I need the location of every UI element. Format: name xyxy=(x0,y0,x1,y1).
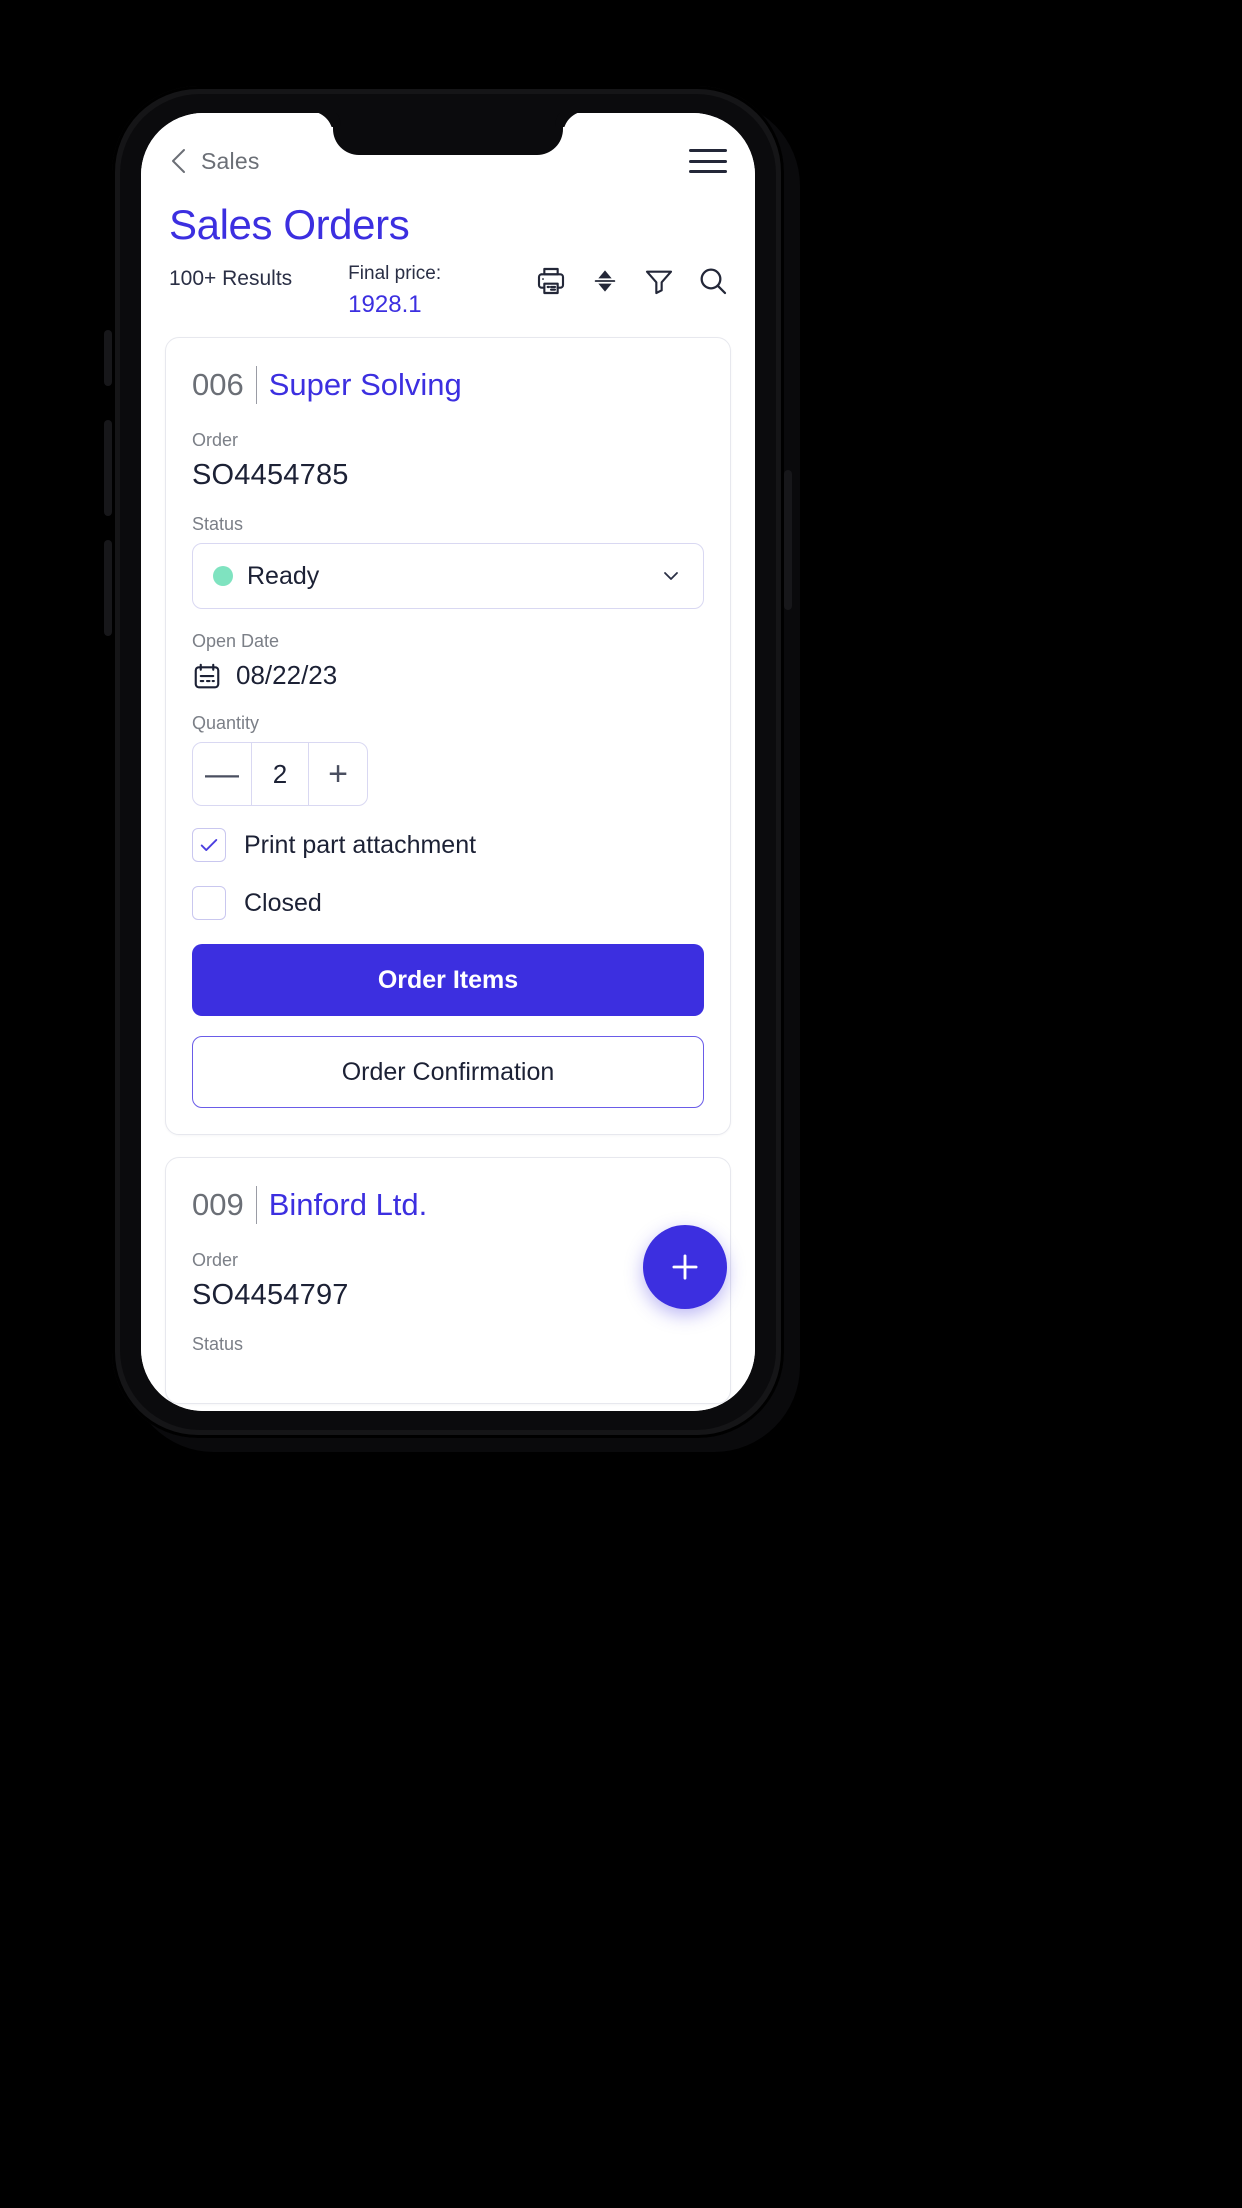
order-items-button[interactable]: Order Items xyxy=(192,944,704,1016)
order-card-customer[interactable]: Binford Ltd. xyxy=(257,1187,428,1223)
order-field-label: Order xyxy=(192,430,239,450)
quantity-stepper-wrap: — 2 + xyxy=(192,742,368,806)
hamburger-menu-icon[interactable] xyxy=(689,146,727,176)
nav-title[interactable]: Sales xyxy=(201,148,260,175)
open-date-field: Open Date 08/22/23 xyxy=(192,631,704,691)
print-icon[interactable] xyxy=(535,265,567,297)
page-title: Sales Orders xyxy=(169,201,410,248)
results-toolbar: 100+ Results Final price: 1928.1 xyxy=(141,249,755,319)
order-field-label: Order xyxy=(192,1250,239,1270)
order-card-number: 009 xyxy=(192,1187,244,1222)
quantity-increment-button[interactable]: + xyxy=(309,743,367,805)
phone-volume-up-button[interactable] xyxy=(104,420,112,516)
results-count: 100+ Results xyxy=(169,267,293,290)
status-select-value: Ready xyxy=(247,561,320,590)
order-field: Order SO4454785 xyxy=(192,430,704,492)
calendar-icon[interactable] xyxy=(192,661,222,691)
quantity-label: Quantity xyxy=(192,713,260,733)
status-dot-icon xyxy=(213,566,233,586)
chevron-left-icon[interactable] xyxy=(169,147,187,175)
status-field-label: Status xyxy=(192,514,244,534)
hamburger-line-3 xyxy=(689,170,727,173)
add-order-fab[interactable] xyxy=(643,1225,727,1309)
phone-notch xyxy=(333,113,563,155)
quantity-decrement-button[interactable]: — xyxy=(193,743,251,805)
checkbox-checked-icon[interactable] xyxy=(192,828,226,862)
quantity-stepper[interactable]: — 2 + xyxy=(192,742,368,806)
filter-icon[interactable] xyxy=(643,265,675,297)
status-field: Status Ready xyxy=(192,514,704,609)
order-card-number: 006 xyxy=(192,367,244,402)
screenshot-stage: Sales Sales Orders 100+ Results Final pr… xyxy=(0,0,1242,2208)
open-date-label: Open Date xyxy=(192,631,280,651)
print-attachment-checkbox-row[interactable]: Print part attachment xyxy=(192,828,704,862)
print-attachment-label: Print part attachment xyxy=(244,830,477,859)
phone-power-button[interactable] xyxy=(784,470,792,610)
phone-silent-switch[interactable] xyxy=(104,330,112,386)
open-date-row[interactable]: 08/22/23 xyxy=(192,660,704,691)
status-field: Status xyxy=(192,1334,704,1355)
final-price-group: Final price: 1928.1 xyxy=(348,263,441,319)
final-price-label: Final price: xyxy=(348,263,442,284)
status-select[interactable]: Ready xyxy=(192,543,704,609)
order-field-value: SO4454785 xyxy=(192,459,349,491)
app-container: Sales Sales Orders 100+ Results Final pr… xyxy=(141,113,755,1411)
order-confirmation-button[interactable]: Order Confirmation xyxy=(192,1036,704,1108)
quantity-value[interactable]: 2 xyxy=(251,743,309,805)
open-date-value: 08/22/23 xyxy=(236,660,338,690)
quantity-field: Quantity — 2 + xyxy=(192,713,704,806)
search-icon[interactable] xyxy=(697,265,729,297)
plus-icon xyxy=(672,1254,698,1280)
phone-screen: Sales Sales Orders 100+ Results Final pr… xyxy=(141,113,755,1411)
order-field-value: SO4454797 xyxy=(192,1279,349,1311)
toolbar-icons xyxy=(535,263,729,297)
order-card-header: 006 Super Solving xyxy=(192,366,704,404)
sort-icon[interactable] xyxy=(589,265,621,297)
hamburger-line-2 xyxy=(689,159,727,163)
order-card-header: 009 Binford Ltd. xyxy=(192,1186,704,1224)
closed-checkbox-row[interactable]: Closed xyxy=(192,886,704,920)
checkbox-unchecked-icon[interactable] xyxy=(192,886,226,920)
final-price-value: 1928.1 xyxy=(348,291,422,318)
closed-label: Closed xyxy=(244,888,322,917)
order-card-customer[interactable]: Super Solving xyxy=(257,367,462,403)
status-field-label: Status xyxy=(192,1334,244,1354)
chevron-down-icon[interactable] xyxy=(659,564,683,588)
order-field: Order SO4454797 xyxy=(192,1250,704,1312)
nav-back-group[interactable]: Sales xyxy=(169,147,260,175)
phone-volume-down-button[interactable] xyxy=(104,540,112,636)
hamburger-line-1 xyxy=(689,149,727,152)
order-card[interactable]: 006 Super Solving Order SO4454785 Status… xyxy=(165,337,731,1135)
